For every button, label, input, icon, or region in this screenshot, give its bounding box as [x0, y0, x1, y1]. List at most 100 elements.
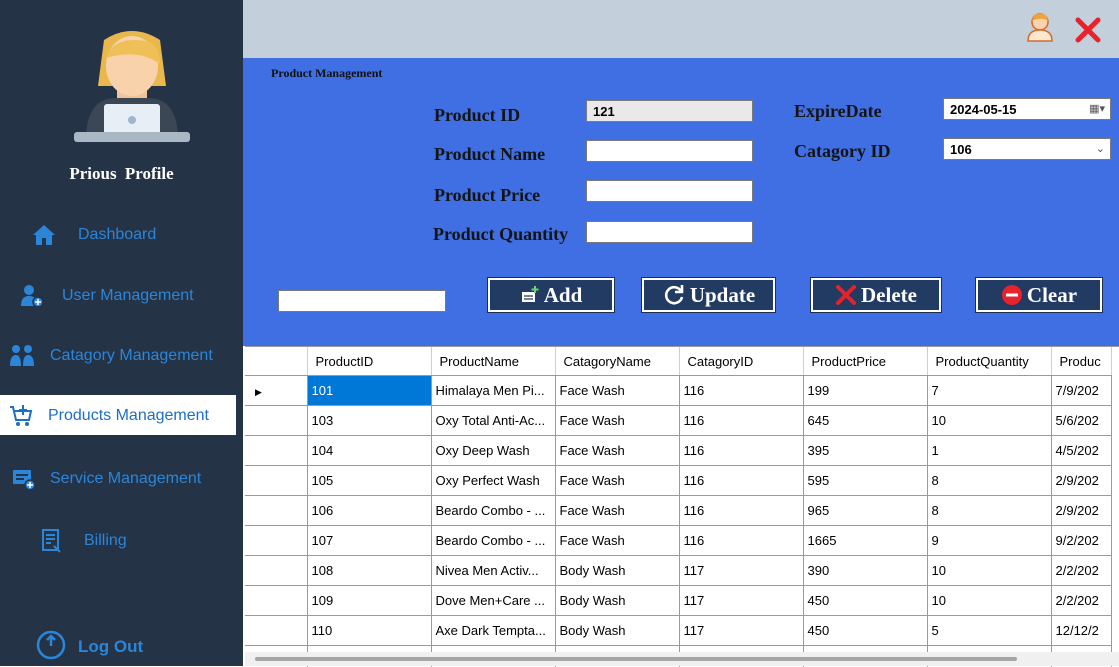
sidebar-item-products-management[interactable]: Products Management [0, 395, 236, 435]
table-cell[interactable]: 116 [679, 466, 803, 496]
table-cell[interactable]: 116 [679, 376, 803, 406]
product-quantity-field[interactable] [586, 221, 753, 243]
close-icon[interactable] [1075, 17, 1101, 43]
table-row[interactable]: 106 Beardo Combo - ... Face Wash 116 965… [245, 496, 1111, 526]
table-cell[interactable]: 117 [679, 616, 803, 646]
table-cell[interactable]: Dove Men+Care ... [431, 586, 555, 616]
product-name-field[interactable] [586, 140, 753, 162]
products-grid[interactable]: ProductID ProductName CatagoryName Catag… [245, 346, 1119, 667]
table-cell[interactable]: Face Wash [555, 526, 679, 556]
table-cell[interactable]: 9/2/202 [1051, 526, 1111, 556]
table-row[interactable]: 103 Oxy Total Anti-Ac... Face Wash 116 6… [245, 406, 1111, 436]
table-cell[interactable]: 10 [927, 586, 1051, 616]
table-row[interactable]: 110 Axe Dark Tempta... Body Wash 117 450… [245, 616, 1111, 646]
table-row[interactable]: 104 Oxy Deep Wash Face Wash 116 395 1 4/… [245, 436, 1111, 466]
table-cell[interactable]: 4/5/202 [1051, 436, 1111, 466]
table-cell[interactable]: 108 [307, 556, 431, 586]
scrollbar-thumb[interactable] [255, 657, 1017, 661]
user-profile-icon[interactable] [1026, 12, 1054, 42]
row-header[interactable] [245, 466, 307, 496]
table-cell[interactable]: Axe Dark Tempta... [431, 616, 555, 646]
table-cell[interactable]: Oxy Deep Wash [431, 436, 555, 466]
clear-button[interactable]: Clear [976, 278, 1102, 312]
table-cell[interactable]: 116 [679, 406, 803, 436]
table-cell[interactable]: 8 [927, 496, 1051, 526]
table-cell[interactable]: 117 [679, 586, 803, 616]
add-button[interactable]: Add [488, 278, 614, 312]
product-price-field[interactable] [586, 180, 753, 202]
update-button[interactable]: Update [642, 278, 775, 312]
search-input[interactable] [278, 290, 446, 312]
table-cell[interactable]: 395 [803, 436, 927, 466]
table-cell[interactable]: 2/9/202 [1051, 496, 1111, 526]
table-cell[interactable]: 2/9/202 [1051, 466, 1111, 496]
sidebar-item-billing[interactable]: Billing [0, 520, 243, 560]
row-header[interactable]: ▶ [245, 376, 307, 406]
table-cell[interactable]: 116 [679, 496, 803, 526]
table-cell[interactable]: 10 [927, 556, 1051, 586]
table-cell[interactable]: 116 [679, 436, 803, 466]
table-row[interactable]: 105 Oxy Perfect Wash Face Wash 116 595 8… [245, 466, 1111, 496]
table-cell[interactable]: Body Wash [555, 616, 679, 646]
column-header[interactable]: ProductQuantity [927, 347, 1051, 376]
table-cell[interactable]: 103 [307, 406, 431, 436]
calendar-dropdown-icon[interactable]: ▦▾ [1089, 102, 1105, 115]
table-cell[interactable]: 107 [307, 526, 431, 556]
column-header[interactable]: CatagoryID [679, 347, 803, 376]
table-cell[interactable]: 8 [927, 466, 1051, 496]
table-cell[interactable]: Body Wash [555, 556, 679, 586]
table-cell[interactable]: Oxy Perfect Wash [431, 466, 555, 496]
table-cell[interactable]: 645 [803, 406, 927, 436]
table-cell[interactable]: Face Wash [555, 376, 679, 406]
sidebar-item-catagory-management[interactable]: Catagory Management [0, 335, 243, 375]
table-cell[interactable]: 7 [927, 376, 1051, 406]
table-cell[interactable]: 595 [803, 466, 927, 496]
delete-button[interactable]: Delete [811, 278, 941, 312]
table-cell[interactable]: 101 [307, 376, 431, 406]
table-cell[interactable]: 9 [927, 526, 1051, 556]
sidebar-item-service-management[interactable]: Service Management [0, 458, 243, 498]
table-cell[interactable]: 2/2/202 [1051, 556, 1111, 586]
table-cell[interactable]: 5/6/202 [1051, 406, 1111, 436]
table-row[interactable]: 109 Dove Men+Care ... Body Wash 117 450 … [245, 586, 1111, 616]
table-cell[interactable]: 12/12/2 [1051, 616, 1111, 646]
table-cell[interactable]: 5 [927, 616, 1051, 646]
table-row[interactable]: 107 Beardo Combo - ... Face Wash 116 166… [245, 526, 1111, 556]
expire-date-picker[interactable]: 2024-05-15 ▦▾ [943, 98, 1111, 120]
table-cell[interactable]: 104 [307, 436, 431, 466]
table-cell[interactable]: 390 [803, 556, 927, 586]
table-cell[interactable]: Face Wash [555, 496, 679, 526]
row-header[interactable] [245, 616, 307, 646]
column-header[interactable]: Produc [1051, 347, 1111, 376]
table-cell[interactable]: 1665 [803, 526, 927, 556]
sidebar-item-user-management[interactable]: User Management [0, 275, 243, 315]
table-cell[interactable]: Face Wash [555, 436, 679, 466]
table-cell[interactable]: 965 [803, 496, 927, 526]
table-cell[interactable]: 105 [307, 466, 431, 496]
horizontal-scrollbar[interactable] [245, 652, 1119, 666]
table-cell[interactable]: 110 [307, 616, 431, 646]
row-header[interactable] [245, 496, 307, 526]
column-header[interactable]: ProductID [307, 347, 431, 376]
table-cell[interactable]: 106 [307, 496, 431, 526]
table-cell[interactable]: 1 [927, 436, 1051, 466]
table-cell[interactable]: 116 [679, 526, 803, 556]
table-cell[interactable]: Himalaya Men Pi... [431, 376, 555, 406]
table-cell[interactable]: Face Wash [555, 466, 679, 496]
table-cell[interactable]: Face Wash [555, 406, 679, 436]
table-row[interactable]: 108 Nivea Men Activ... Body Wash 117 390… [245, 556, 1111, 586]
table-cell[interactable]: 2/2/202 [1051, 586, 1111, 616]
column-header[interactable]: CatagoryName [555, 347, 679, 376]
table-cell[interactable]: 109 [307, 586, 431, 616]
table-cell[interactable]: Body Wash [555, 586, 679, 616]
category-id-select[interactable]: 106 ⌄ [943, 138, 1111, 160]
row-header[interactable] [245, 436, 307, 466]
logout-button[interactable]: Log Out [36, 628, 236, 664]
row-header[interactable] [245, 526, 307, 556]
table-cell[interactable]: 7/9/202 [1051, 376, 1111, 406]
table-cell[interactable]: Beardo Combo - ... [431, 496, 555, 526]
table-cell[interactable]: Beardo Combo - ... [431, 526, 555, 556]
product-id-field[interactable]: 121 [586, 100, 753, 122]
row-header[interactable] [245, 556, 307, 586]
table-cell[interactable]: 450 [803, 616, 927, 646]
